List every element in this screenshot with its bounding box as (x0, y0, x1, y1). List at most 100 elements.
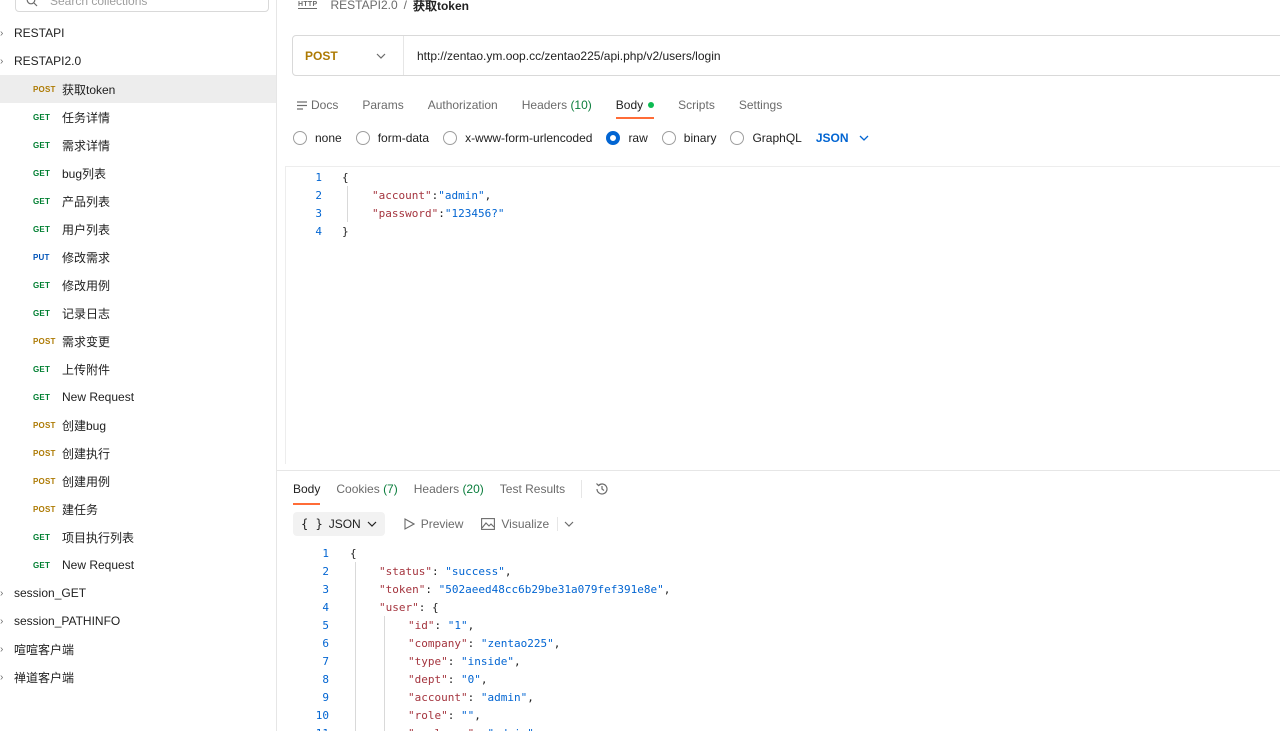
tab-body[interactable]: Body (615, 92, 655, 119)
json-separator: : (447, 654, 461, 668)
request-item[interactable]: POST 获取token (0, 75, 276, 103)
code-text: "password":"123456?" (372, 207, 504, 220)
json-value: "inside" (461, 654, 514, 668)
http-icon: HTTP (298, 1, 318, 9)
body-type-raw[interactable]: raw (606, 131, 648, 145)
code-text: "status": "success", (379, 565, 511, 578)
body-type-x-www-form-urlencoded[interactable]: x-www-form-urlencoded (443, 131, 592, 145)
method-badge: GET (33, 224, 51, 234)
json-value: "success" (445, 564, 505, 578)
tab-authorization[interactable]: Authorization (428, 92, 498, 118)
request-item[interactable]: GET 上传附件 (0, 355, 276, 383)
chevron-right-icon: › (0, 587, 4, 599)
request-item[interactable]: PUT 修改需求 (0, 243, 276, 271)
body-type-form-data[interactable]: form-data (355, 131, 429, 145)
request-item[interactable]: POST 创建bug (0, 411, 276, 439)
folder-item[interactable]: › session_GET (0, 579, 276, 607)
request-item[interactable]: GET 任务详情 (0, 103, 276, 131)
json-separator: : (467, 690, 481, 704)
method-badge: GET (33, 112, 51, 122)
body-type-label: none (315, 131, 342, 145)
json-punct: , (527, 690, 534, 704)
request-item[interactable]: POST 创建用例 (0, 467, 276, 495)
method-badge: GET (33, 364, 51, 374)
format-select[interactable]: { } JSON (293, 512, 385, 536)
request-item[interactable]: GET 修改用例 (0, 271, 276, 299)
request-body-editor[interactable]: 1{2 "account":"admin", 3 "password":"123456… (285, 166, 1280, 464)
preview-button[interactable]: Preview (403, 517, 463, 531)
json-value: { (432, 600, 439, 614)
request-item[interactable]: GET 产品列表 (0, 187, 276, 215)
play-icon (404, 518, 415, 530)
json-key: "id" (408, 618, 435, 632)
folder-item[interactable]: › session_PATHINFO (0, 607, 276, 635)
request-item[interactable]: GET 项目执行列表 (0, 523, 276, 551)
request-item[interactable]: POST 建任务 (0, 495, 276, 523)
request-item[interactable]: GET New Request (0, 551, 276, 579)
folder-item[interactable]: › 禅道客户端 (0, 663, 276, 691)
json-separator: : (447, 708, 461, 722)
format-label: JSON (328, 517, 361, 531)
body-type-none[interactable]: none (293, 131, 342, 145)
json-value: "0" (461, 672, 481, 686)
breadcrumb-collection[interactable]: RESTAPI2.0 (330, 0, 397, 12)
request-item[interactable]: POST 需求变更 (0, 327, 276, 355)
breadcrumb-request-name[interactable]: 获取token (413, 0, 469, 14)
request-item[interactable]: GET 用户列表 (0, 215, 276, 243)
request-item[interactable]: GET 记录日志 (0, 299, 276, 327)
visualize-menu-button[interactable] (557, 517, 574, 531)
tab-headers[interactable]: Headers (10) (522, 92, 592, 118)
json-value: "1" (447, 618, 468, 632)
tab-settings[interactable]: Settings (739, 92, 782, 118)
body-type-binary[interactable]: binary (661, 131, 716, 145)
code-text: "dept": "0", (408, 673, 488, 686)
request-label: 建任务 (62, 502, 99, 517)
language-select[interactable]: JSON (816, 131, 869, 145)
code-line: 1{ (277, 544, 356, 562)
indent-guide (355, 562, 356, 731)
body-type-GraphQL[interactable]: GraphQL (730, 131, 802, 145)
chevron-down-icon (564, 521, 574, 527)
url-input[interactable]: http://zentao.ym.oop.cc/zentao225/api.ph… (404, 49, 721, 63)
json-value: "502aeed48cc6b29be31a079fef391e8e" (438, 582, 664, 596)
code-text: { (350, 546, 357, 560)
folder-item[interactable]: › 喧喧客户端 (0, 635, 276, 663)
search-collections-input[interactable]: Search collections (15, 0, 269, 12)
request-label: 需求变更 (62, 334, 111, 349)
json-key: "type" (408, 654, 448, 668)
visualize-button[interactable]: Visualize (481, 517, 549, 531)
request-item[interactable]: GET 需求详情 (0, 131, 276, 159)
request-label: 项目执行列表 (62, 530, 135, 545)
history-icon[interactable] (594, 481, 610, 497)
code-text: "id": "1", (408, 619, 474, 632)
json-key: "account" (372, 188, 432, 202)
chevron-right-icon: › (0, 615, 4, 627)
code-line: 4} (286, 222, 348, 240)
code-text: "type": "inside", (408, 655, 521, 668)
line-number: 5 (322, 618, 329, 632)
method-select[interactable]: POST (293, 36, 404, 75)
folder-item[interactable]: › RESTAPI (0, 19, 276, 47)
tab-docs[interactable]: Docs (297, 92, 338, 118)
code-text: } (342, 224, 349, 238)
request-item[interactable]: GET New Request (0, 383, 276, 411)
resp-tab-headers[interactable]: Headers (20) (414, 476, 484, 502)
code-line: 2 "status": "success", (277, 562, 511, 580)
tab-params[interactable]: Params (362, 92, 403, 118)
json-value: "admin" (480, 690, 528, 704)
request-item[interactable]: GET bug列表 (0, 159, 276, 187)
request-label: 创建bug (62, 418, 107, 433)
line-number: 1 (322, 546, 329, 560)
code-text: "account": "admin", (408, 691, 534, 704)
folder-item[interactable]: › RESTAPI2.0 (0, 47, 276, 75)
resp-tab-test-results[interactable]: Test Results (500, 476, 565, 502)
line-number: 3 (315, 206, 322, 220)
resp-tab-cookies[interactable]: Cookies (7) (336, 476, 397, 502)
request-item[interactable]: POST 创建执行 (0, 439, 276, 467)
line-number: 4 (322, 600, 329, 614)
resp-tab-body[interactable]: Body (293, 476, 321, 505)
url-bar: POST http://zentao.ym.oop.cc/zentao225/a… (292, 35, 1280, 76)
json-separator: : (467, 636, 481, 650)
resp-tab-headers-label: Headers (413, 482, 460, 496)
tab-scripts[interactable]: Scripts (678, 92, 715, 118)
